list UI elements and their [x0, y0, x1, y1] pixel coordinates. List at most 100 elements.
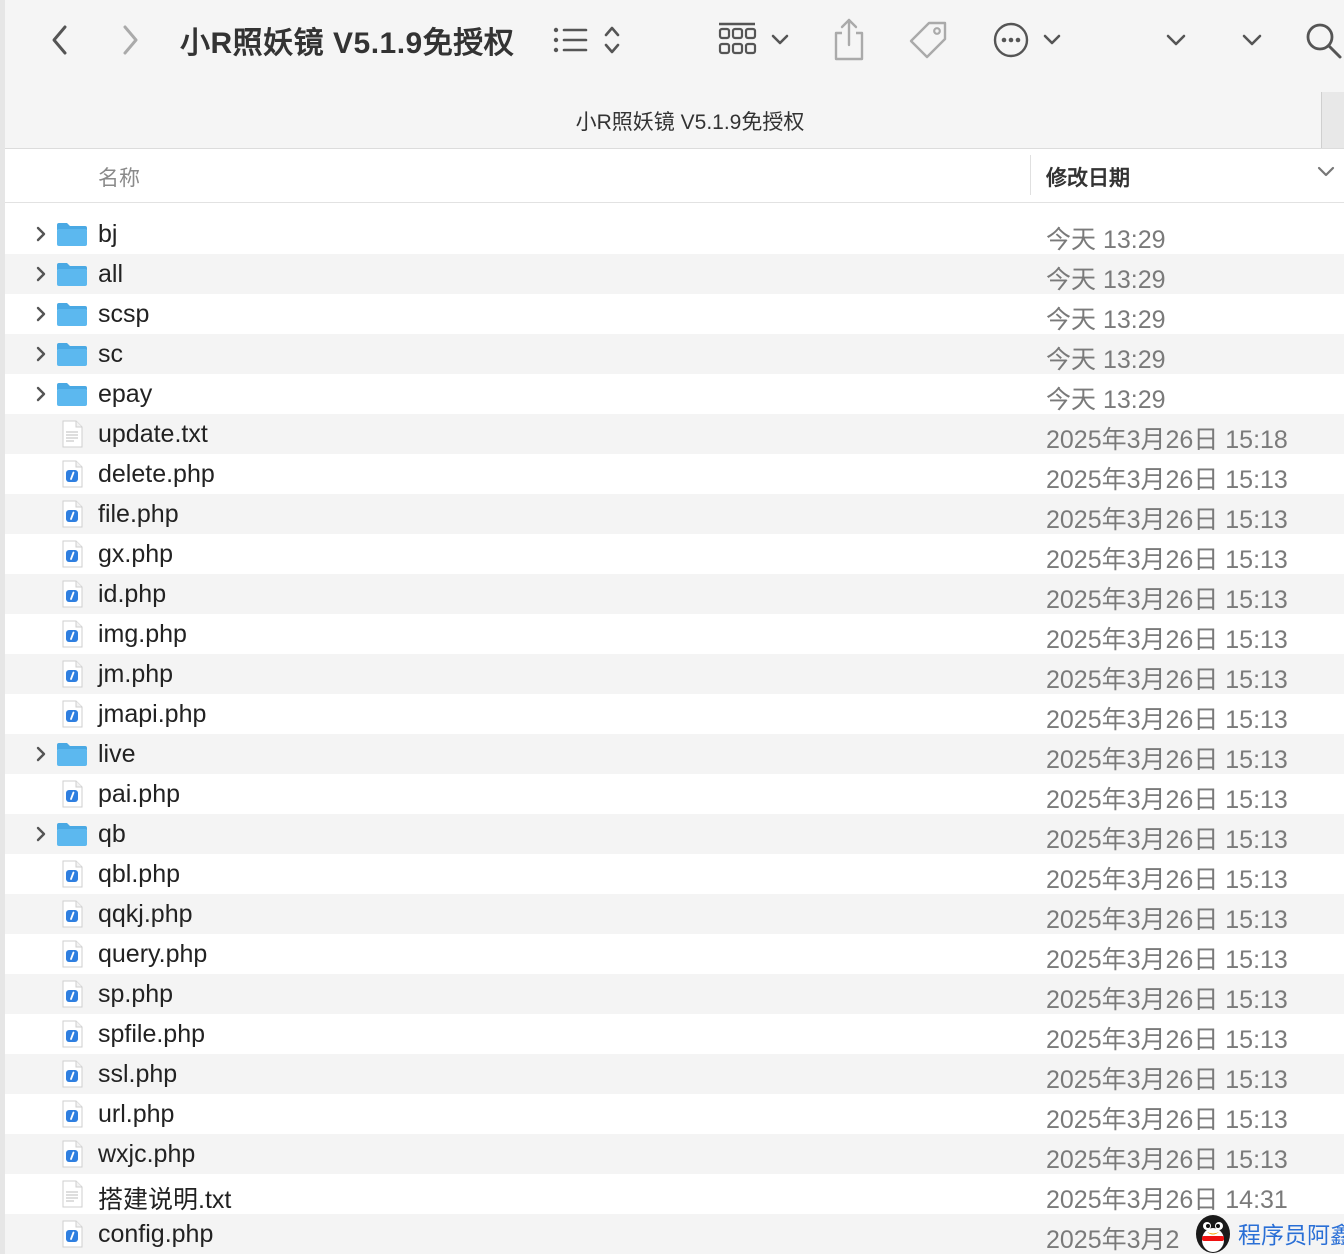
folder-icon	[56, 341, 88, 367]
column-divider[interactable]	[1030, 155, 1031, 195]
file-name: config.php	[98, 1220, 214, 1248]
file-row[interactable]: sp.php 2025年3月26日 15:13	[0, 974, 1344, 1014]
sort-chevron-icon[interactable]	[1316, 165, 1336, 179]
disclosure-triangle-icon[interactable]	[33, 745, 49, 763]
php-file-icon	[60, 460, 84, 488]
tag-icon	[909, 21, 947, 59]
file-row[interactable]: bj 今天 13:29	[0, 214, 1344, 254]
forward-button[interactable]	[114, 20, 146, 60]
file-name: live	[98, 740, 136, 768]
file-row[interactable]: qb 2025年3月26日 15:13	[0, 814, 1344, 854]
file-row[interactable]: sc 今天 13:29	[0, 334, 1344, 374]
disclosure-triangle-icon[interactable]	[33, 345, 49, 363]
file-name: pai.php	[98, 780, 181, 808]
path-bar-title: 小R照妖镜 V5.1.9免授权	[575, 111, 805, 134]
watermark: 程序员阿鑫	[1190, 1210, 1344, 1254]
disclosure-triangle-icon[interactable]	[33, 385, 49, 403]
file-name: bj	[98, 220, 118, 248]
file-row[interactable]: id.php 2025年3月26日 15:13	[0, 574, 1344, 614]
php-file-icon	[60, 1020, 84, 1048]
file-name: jm.php	[98, 660, 174, 688]
file-row[interactable]: config.php 2025年3月2	[0, 1214, 1344, 1254]
share-icon	[834, 18, 864, 61]
file-modified-date: 2025年3月26日 15:13	[1046, 466, 1288, 494]
file-modified-date: 2025年3月26日 15:13	[1046, 906, 1288, 934]
more-actions-button[interactable]	[992, 20, 1064, 60]
file-row[interactable]: qbl.php 2025年3月26日 15:13	[0, 854, 1344, 894]
chevron-right-icon	[123, 25, 138, 55]
file-name: qqkj.php	[98, 900, 193, 928]
chevron-down-icon	[1166, 34, 1186, 46]
file-modified-date: 今天 13:29	[1046, 306, 1166, 334]
disclosure-triangle-icon[interactable]	[33, 825, 49, 843]
file-name: scsp	[98, 300, 150, 328]
php-file-icon	[60, 500, 84, 528]
file-modified-date: 2025年3月26日 15:13	[1046, 1106, 1288, 1134]
search-button[interactable]	[1302, 18, 1344, 62]
column-header: 名称 修改日期	[0, 149, 1344, 203]
folder-icon	[56, 301, 88, 327]
file-row[interactable]: 搭建说明.txt 2025年3月26日 14:31	[0, 1174, 1344, 1214]
disclosure-triangle-icon[interactable]	[33, 225, 49, 243]
file-list: bj 今天 13:29 all 今天 13:29 scsp 今天 13:29 sc 今天 13…	[0, 214, 1344, 1254]
list-view-icon	[553, 26, 620, 54]
toolbar-dropdown-2[interactable]	[1236, 24, 1268, 56]
file-modified-date: 今天 13:29	[1046, 346, 1166, 374]
file-name: img.php	[98, 620, 187, 648]
file-modified-date: 2025年3月26日 15:13	[1046, 1066, 1288, 1094]
search-icon	[1306, 23, 1342, 59]
file-modified-date: 2025年3月26日 15:18	[1046, 426, 1288, 454]
file-name: all	[98, 260, 124, 288]
tag-button[interactable]	[906, 18, 950, 62]
file-name: file.php	[98, 500, 179, 528]
file-modified-date: 今天 13:29	[1046, 226, 1166, 254]
back-button[interactable]	[44, 20, 76, 60]
php-file-icon	[60, 900, 84, 928]
disclosure-triangle-icon[interactable]	[33, 265, 49, 283]
file-modified-date: 2025年3月26日 15:13	[1046, 706, 1288, 734]
file-row[interactable]: all 今天 13:29	[0, 254, 1344, 294]
text-file-icon	[60, 420, 84, 448]
file-row[interactable]: jm.php 2025年3月26日 15:13	[0, 654, 1344, 694]
file-row[interactable]: pai.php 2025年3月26日 15:13	[0, 774, 1344, 814]
file-row[interactable]: epay 今天 13:29	[0, 374, 1344, 414]
file-row[interactable]: query.php 2025年3月26日 15:13	[0, 934, 1344, 974]
penguin-logo-icon	[1196, 1215, 1230, 1253]
toolbar-dropdown-1[interactable]	[1160, 24, 1192, 56]
folder-icon	[56, 381, 88, 407]
file-row[interactable]: jmapi.php 2025年3月26日 15:13	[0, 694, 1344, 734]
file-modified-date: 2025年3月26日 15:13	[1046, 946, 1288, 974]
file-row[interactable]: spfile.php 2025年3月26日 15:13	[0, 1014, 1344, 1054]
file-modified-date: 2025年3月26日 15:13	[1046, 866, 1288, 894]
file-row[interactable]: qqkj.php 2025年3月26日 15:13	[0, 894, 1344, 934]
disclosure-triangle-icon[interactable]	[33, 305, 49, 323]
folder-icon	[56, 741, 88, 767]
file-modified-date: 2025年3月26日 15:13	[1046, 586, 1288, 614]
file-row[interactable]: delete.php 2025年3月26日 15:13	[0, 454, 1344, 494]
group-button[interactable]	[716, 20, 794, 60]
file-row[interactable]: gx.php 2025年3月26日 15:13	[0, 534, 1344, 574]
file-modified-date: 今天 13:29	[1046, 266, 1166, 294]
file-row[interactable]: scsp 今天 13:29	[0, 294, 1344, 334]
php-file-icon	[60, 1060, 84, 1088]
grid-group-icon	[718, 22, 789, 55]
file-name: ssl.php	[98, 1060, 178, 1088]
column-date-header[interactable]: 修改日期	[1046, 162, 1130, 192]
share-button[interactable]	[830, 16, 868, 62]
file-row[interactable]: update.txt 2025年3月26日 15:18	[0, 414, 1344, 454]
new-tab-button[interactable]	[1321, 92, 1344, 148]
file-name: update.txt	[98, 420, 208, 448]
file-modified-date: 今天 13:29	[1046, 386, 1166, 414]
file-name: query.php	[98, 940, 208, 968]
file-row[interactable]: url.php 2025年3月26日 15:13	[0, 1094, 1344, 1134]
file-row[interactable]: ssl.php 2025年3月26日 15:13	[0, 1054, 1344, 1094]
column-name-header[interactable]: 名称	[98, 162, 140, 192]
file-row[interactable]: live 2025年3月26日 15:13	[0, 734, 1344, 774]
file-name: gx.php	[98, 540, 174, 568]
file-name: epay	[98, 380, 153, 408]
file-row[interactable]: img.php 2025年3月26日 15:13	[0, 614, 1344, 654]
file-name: jmapi.php	[98, 700, 207, 728]
view-options-button[interactable]	[550, 20, 630, 60]
file-row[interactable]: wxjc.php 2025年3月26日 15:13	[0, 1134, 1344, 1174]
file-row[interactable]: file.php 2025年3月26日 15:13	[0, 494, 1344, 534]
